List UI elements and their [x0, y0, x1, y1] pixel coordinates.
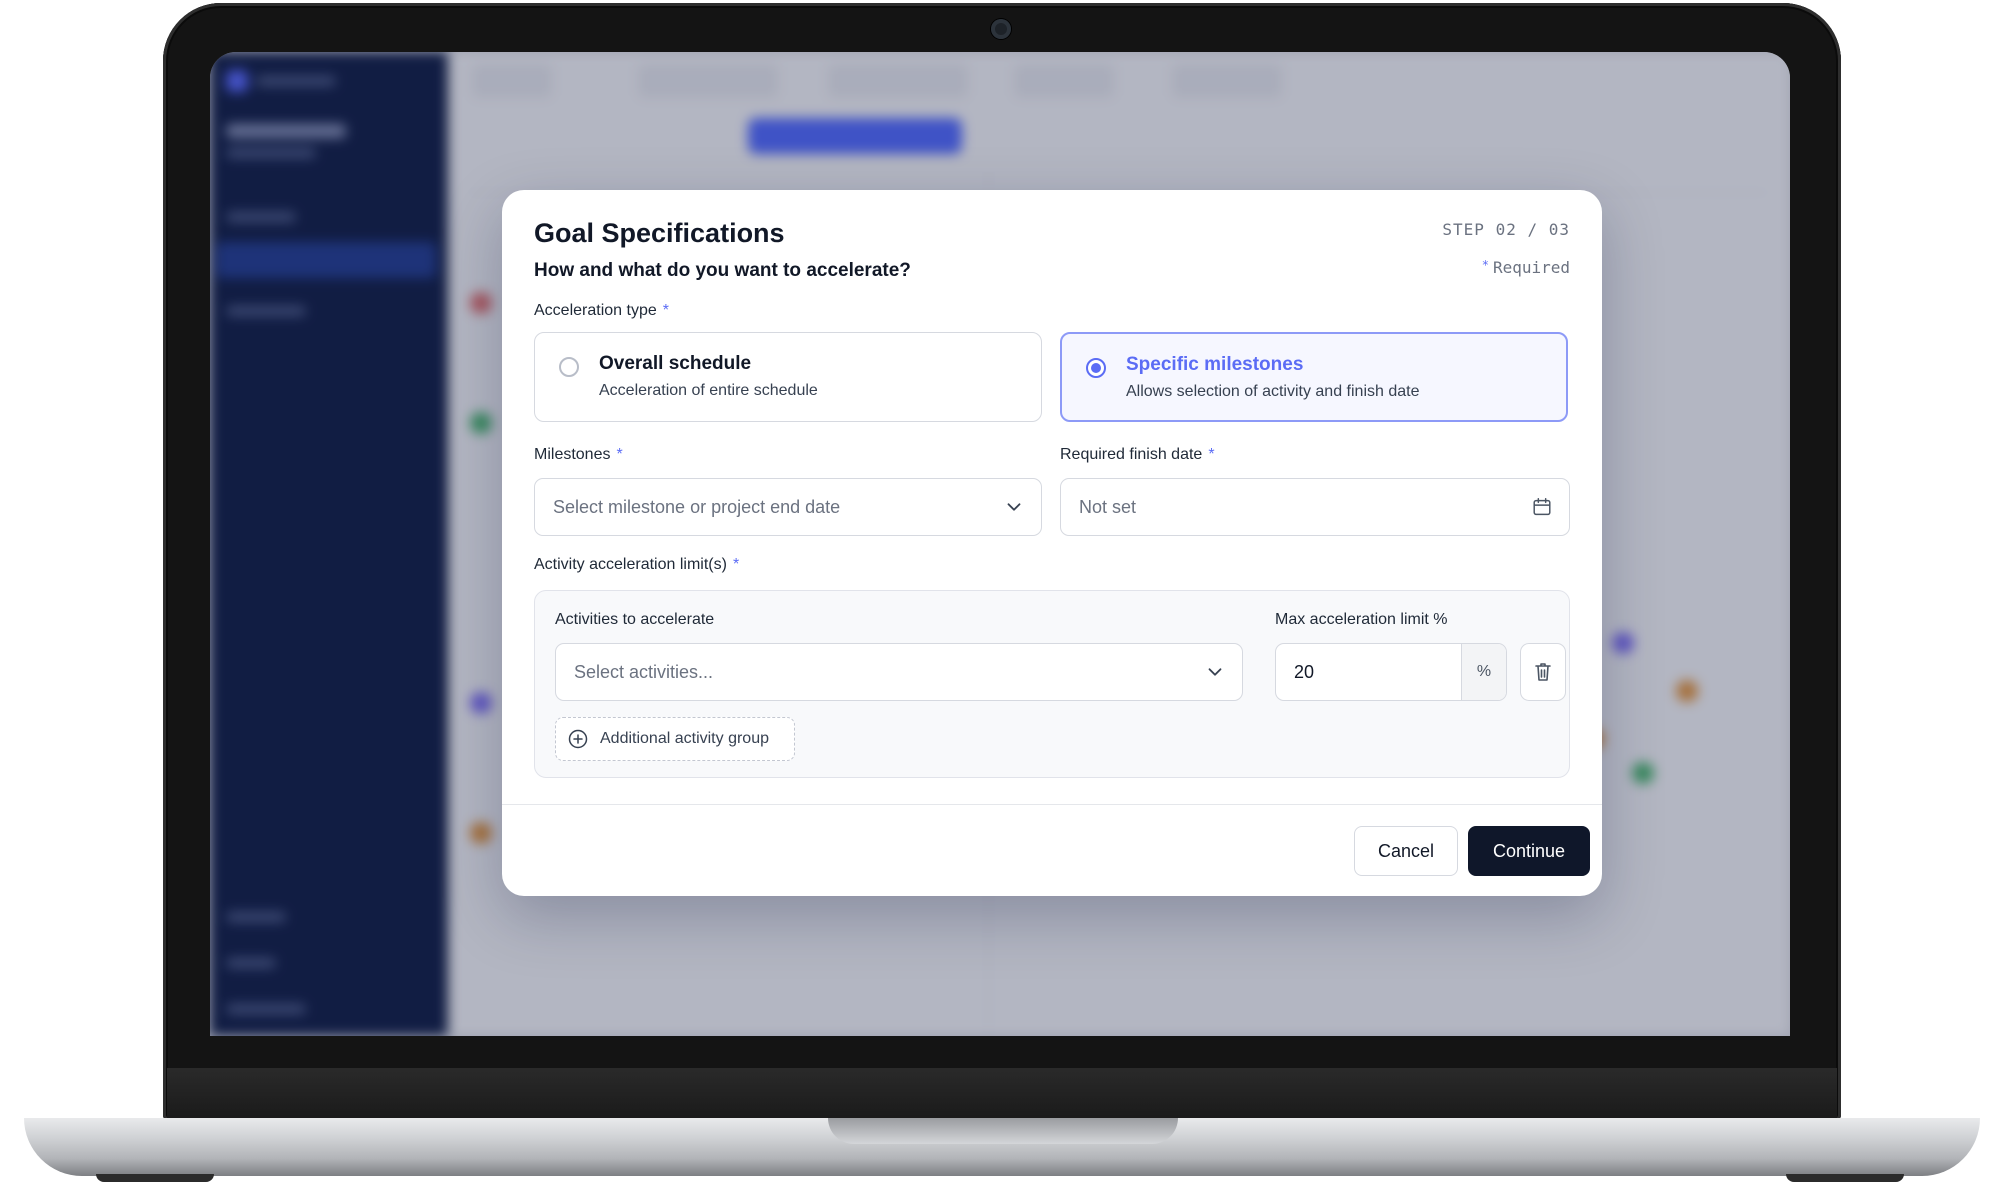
max-limit-input[interactable]: 20 %: [1275, 643, 1507, 701]
camera-icon: [991, 19, 1011, 39]
finish-date-value: Not set: [1079, 497, 1137, 517]
required-asterisk-icon: *: [616, 446, 623, 463]
plus-circle-icon: [568, 729, 588, 749]
screen: Goal Specifications How and what do you …: [210, 52, 1790, 1036]
step-indicator: STEP 02 / 03: [1442, 220, 1570, 239]
continue-button[interactable]: Continue: [1468, 826, 1590, 876]
max-limit-label: Max acceleration limit %: [1275, 611, 1448, 628]
finish-date-label-text: Required finish date: [1060, 446, 1203, 463]
footer-divider: [502, 804, 1602, 805]
laptop-foot: [96, 1174, 214, 1182]
max-limit-value: 20: [1294, 662, 1315, 682]
milestones-label: Milestones *: [534, 446, 623, 464]
activity-group: Activities to accelerate Max acceleratio…: [534, 590, 1570, 778]
activities-label: Activities to accelerate: [555, 611, 715, 628]
activities-placeholder: Select activities...: [574, 662, 714, 682]
add-activity-group-label: Additional activity group: [600, 730, 769, 747]
laptop-foot: [1786, 1174, 1904, 1182]
add-activity-group-button[interactable]: Additional activity group: [555, 717, 795, 761]
acceleration-type-label: Acceleration type *: [534, 302, 669, 320]
dialog-title: Goal Specifications: [534, 218, 785, 248]
option-overall-schedule[interactable]: Overall schedule Acceleration of entire …: [534, 332, 1042, 422]
required-note-text: Required: [1492, 258, 1570, 277]
laptop-notch: [828, 1118, 1178, 1144]
option-specific-milestones[interactable]: Specific milestones Allows selection of …: [1060, 332, 1568, 422]
option-description: Allows selection of activity and finish …: [1126, 383, 1420, 400]
trash-icon: [1535, 663, 1551, 681]
activity-limits-label: Activity acceleration limit(s) *: [534, 556, 739, 574]
dialog-subtitle: How and what do you want to accelerate?: [534, 260, 911, 281]
required-note: * Required: [1482, 258, 1570, 277]
finish-date-input[interactable]: Not set: [1060, 478, 1570, 536]
chevron-down-icon: [1007, 503, 1021, 511]
milestones-placeholder: Select milestone or project end date: [553, 497, 841, 517]
percent-unit: %: [1461, 644, 1506, 700]
radio-selected-icon[interactable]: [1086, 358, 1106, 378]
milestones-label-text: Milestones: [534, 446, 611, 463]
radio-unselected-icon[interactable]: [559, 357, 579, 377]
activities-select[interactable]: Select activities...: [555, 643, 1243, 701]
required-asterisk-icon: *: [1481, 258, 1489, 272]
cancel-button[interactable]: Cancel: [1354, 826, 1458, 876]
delete-activity-group-button[interactable]: [1520, 643, 1566, 701]
required-asterisk-icon: *: [1208, 446, 1215, 463]
finish-date-label: Required finish date *: [1060, 446, 1215, 464]
calendar-icon[interactable]: [1531, 496, 1553, 518]
goal-specifications-dialog: Goal Specifications How and what do you …: [502, 190, 1602, 896]
chevron-down-icon: [1208, 668, 1222, 676]
activity-limits-label-text: Activity acceleration limit(s): [534, 556, 727, 573]
acceleration-type-label-text: Acceleration type: [534, 302, 657, 319]
required-asterisk-icon: *: [732, 556, 740, 573]
milestones-select[interactable]: Select milestone or project end date: [534, 478, 1042, 536]
option-title: Specific milestones: [1126, 354, 1304, 375]
laptop-bezel: [167, 1068, 1837, 1120]
required-asterisk-icon: *: [662, 302, 669, 319]
option-title: Overall schedule: [599, 353, 752, 374]
option-description: Acceleration of entire schedule: [599, 382, 818, 399]
